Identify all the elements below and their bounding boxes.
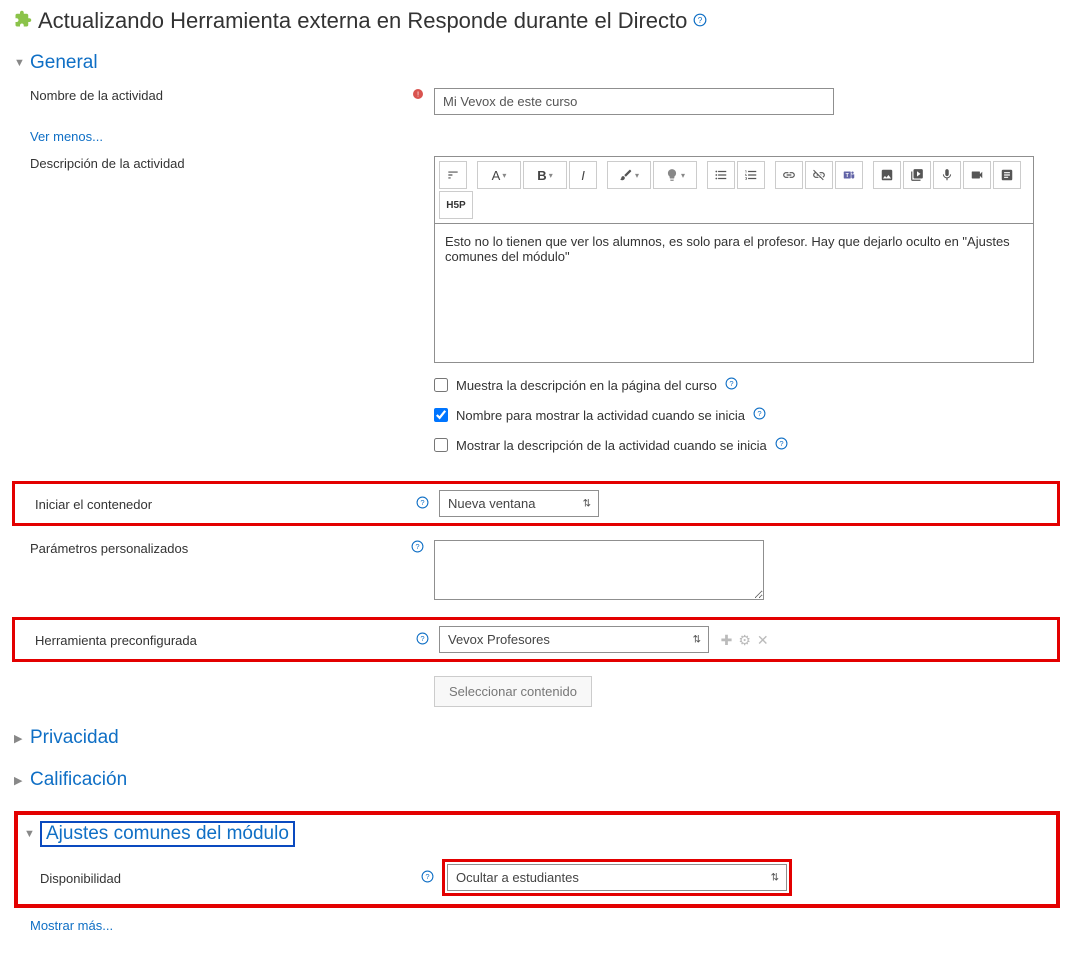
rte-mic[interactable] [933, 161, 961, 189]
help-icon[interactable]: ? [416, 496, 429, 512]
launch-container-select[interactable]: Nueva ventana [439, 490, 599, 517]
rte-font-family[interactable]: A▾ [477, 161, 521, 189]
highlight-preconf-tool: Herramienta preconfigurada ? Vevox Profe… [12, 617, 1060, 662]
rte-number-list[interactable] [737, 161, 765, 189]
svg-text:?: ? [425, 872, 429, 881]
svg-text:?: ? [415, 542, 419, 551]
puzzle-icon [14, 10, 32, 33]
activity-name-input[interactable] [434, 88, 834, 115]
page-title-text: Actualizando Herramienta externa en Resp… [38, 8, 687, 34]
section-general: ▼ General Nombre de la actividad ! Ver m… [14, 52, 1060, 707]
tool-actions: ✚ ⚙ ✕ [721, 632, 769, 649]
svg-text:?: ? [698, 15, 703, 24]
rte-toggle-icon[interactable] [439, 161, 467, 189]
chevron-right-icon: ▶ [14, 774, 24, 787]
label-activity-name: Nombre de la actividad [30, 88, 412, 103]
section-title-privacy: Privacidad [30, 727, 119, 749]
row-activity-name: Nombre de la actividad ! [14, 88, 1060, 115]
chevron-down-icon: ▼ [24, 828, 34, 840]
checkbox-input[interactable] [434, 378, 448, 392]
rte-link[interactable] [775, 161, 803, 189]
gear-icon[interactable]: ⚙ [738, 632, 751, 649]
rte-video[interactable] [963, 161, 991, 189]
rte-file[interactable] [993, 161, 1021, 189]
section-header-grade[interactable]: ▶ Calificación [14, 769, 1060, 791]
section-title-grade: Calificación [30, 769, 127, 791]
checkbox-input[interactable] [434, 408, 448, 422]
section-grade: ▶ Calificación [14, 769, 1060, 791]
checkbox-input[interactable] [434, 438, 448, 452]
rte-brush[interactable]: ▾ [607, 161, 651, 189]
help-icon[interactable]: ? [411, 540, 424, 556]
checkbox-label: Nombre para mostrar la actividad cuando … [456, 408, 745, 423]
section-header-privacy[interactable]: ▶ Privacidad [14, 727, 1060, 749]
page-title: Actualizando Herramienta externa en Resp… [14, 8, 1060, 34]
chevron-down-icon: ▼ [14, 57, 24, 69]
checkbox-label: Muestra la descripción en la página del … [456, 378, 717, 393]
svg-text:?: ? [779, 439, 783, 448]
svg-text:?: ? [729, 379, 733, 388]
rich-text-editor: A▾ B▾ I ▾ ▾ T [434, 156, 1034, 363]
help-icon[interactable]: ? [693, 13, 707, 30]
highlight-launch-container: Iniciar el contenedor ? Nueva ventana [12, 481, 1060, 526]
help-icon[interactable]: ? [775, 437, 788, 453]
add-icon[interactable]: ✚ [721, 632, 733, 649]
show-more-link[interactable]: Mostrar más... [14, 918, 113, 933]
label-custom-params: Parámetros personalizados [30, 541, 411, 556]
rte-lightbulb[interactable]: ▾ [653, 161, 697, 189]
chevron-right-icon: ▶ [14, 732, 24, 745]
section-privacy: ▶ Privacidad [14, 727, 1060, 749]
svg-text:?: ? [420, 498, 424, 507]
show-less-link[interactable]: Ver menos... [14, 129, 103, 144]
section-header-common[interactable]: ▼ Ajustes comunes del módulo [24, 821, 1050, 847]
rte-italic[interactable]: I [569, 161, 597, 189]
help-icon[interactable]: ? [421, 870, 434, 886]
section-title-general: General [30, 52, 98, 74]
close-icon[interactable]: ✕ [757, 632, 769, 649]
custom-params-textarea[interactable] [434, 540, 764, 600]
svg-text:!: ! [417, 90, 419, 99]
checkbox-label: Mostrar la descripción de la actividad c… [456, 438, 767, 453]
rte-image[interactable] [873, 161, 901, 189]
section-header-general[interactable]: ▼ General [14, 52, 1060, 74]
rte-toolbar: A▾ B▾ I ▾ ▾ T [434, 156, 1034, 223]
highlight-common-settings: ▼ Ajustes comunes del módulo Disponibili… [14, 811, 1060, 908]
section-title-common: Ajustes comunes del módulo [40, 821, 295, 847]
help-icon[interactable]: ? [753, 407, 766, 423]
help-icon[interactable]: ? [725, 377, 738, 393]
rte-h5p[interactable]: H5P [439, 191, 473, 219]
label-activity-desc: Descripción de la actividad [30, 156, 424, 171]
checkbox-show-desc-course[interactable]: Muestra la descripción en la página del … [434, 377, 1060, 393]
rte-media[interactable] [903, 161, 931, 189]
rte-teams-icon[interactable]: T [835, 161, 863, 189]
svg-text:?: ? [420, 634, 424, 643]
label-launch-container: Iniciar el contenedor [35, 497, 416, 512]
availability-select[interactable]: Ocultar a estudiantes [447, 864, 787, 891]
label-availability: Disponibilidad [40, 871, 421, 886]
description-editor[interactable]: Esto no lo tienen que ver los alumnos, e… [434, 223, 1034, 363]
svg-text:?: ? [757, 409, 761, 418]
checkbox-show-name-launch[interactable]: Nombre para mostrar la actividad cuando … [434, 407, 1060, 423]
checkbox-show-desc-launch[interactable]: Mostrar la descripción de la actividad c… [434, 437, 1060, 453]
label-preconf-tool: Herramienta preconfigurada [35, 633, 416, 648]
required-icon: ! [412, 88, 424, 103]
rte-bullet-list[interactable] [707, 161, 735, 189]
help-icon[interactable]: ? [416, 632, 429, 648]
row-activity-desc: Descripción de la actividad A▾ B▾ I ▾ ▾ [14, 156, 1060, 363]
preconf-tool-select[interactable]: Vevox Profesores [439, 626, 709, 653]
rte-unlink[interactable] [805, 161, 833, 189]
select-content-button[interactable]: Seleccionar contenido [434, 676, 592, 707]
rte-bold[interactable]: B▾ [523, 161, 567, 189]
